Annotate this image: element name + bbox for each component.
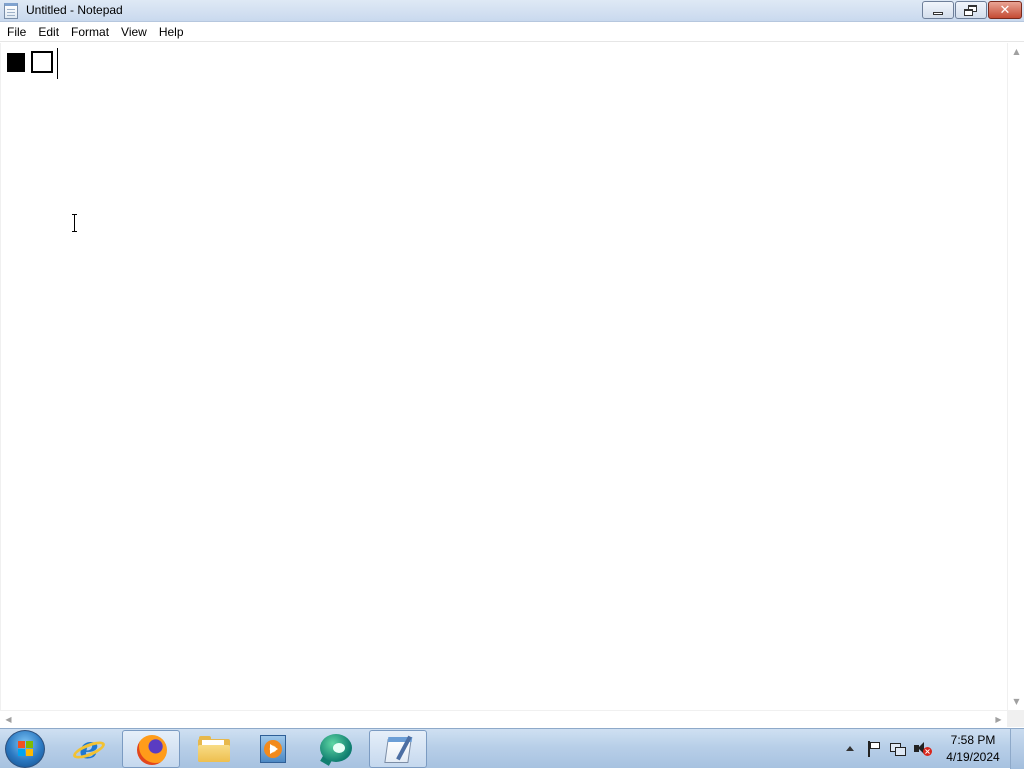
taskbar-internet-explorer[interactable]: e	[60, 730, 118, 768]
taskbar-file-explorer[interactable]	[184, 730, 242, 768]
clock-time: 7:58 PM	[950, 733, 996, 747]
window-title: Untitled - Notepad	[26, 3, 123, 17]
text-caret	[57, 48, 58, 79]
network-icon[interactable]	[890, 741, 906, 757]
notepad-app-icon[interactable]	[4, 3, 18, 19]
scroll-left-icon[interactable]: ◀	[0, 711, 17, 728]
scroll-down-icon[interactable]: ▼	[1008, 693, 1024, 710]
menu-view[interactable]: View	[115, 22, 153, 42]
menu-edit[interactable]: Edit	[32, 22, 65, 42]
scroll-up-icon[interactable]: ▲	[1008, 43, 1024, 60]
windows-logo-icon	[18, 741, 34, 757]
media-player-icon	[260, 735, 286, 763]
close-button[interactable]: ✕	[988, 1, 1022, 19]
close-icon: ✕	[999, 2, 1011, 18]
chat-icon	[320, 734, 352, 766]
taskbar-chat-app[interactable]	[306, 730, 364, 768]
scroll-right-icon[interactable]: ▶	[990, 711, 1007, 728]
text-editor-area[interactable]	[0, 43, 1008, 710]
restore-icon	[964, 4, 978, 16]
taskbar: e × 7:58 PM 4/19/2024	[0, 728, 1024, 769]
title-bar[interactable]: Untitled - Notepad ✕	[0, 0, 1024, 22]
notepad-window: Untitled - Notepad ✕ File Edit Format Vi…	[0, 0, 1024, 728]
size-grip[interactable]	[1007, 710, 1024, 727]
show-desktop-button[interactable]	[1010, 729, 1024, 769]
black-square-glyph	[7, 53, 25, 72]
volume-muted-icon[interactable]: ×	[914, 741, 932, 757]
notepad-icon	[384, 735, 414, 765]
taskbar-notepad[interactable]	[369, 730, 427, 768]
menu-format[interactable]: Format	[65, 22, 115, 42]
menu-bar: File Edit Format View Help	[0, 22, 1024, 42]
taskbar-media-player[interactable]	[244, 730, 302, 768]
minimize-icon	[933, 11, 943, 15]
action-center-flag-icon[interactable]	[866, 741, 882, 757]
restore-button[interactable]	[955, 1, 987, 19]
vertical-scrollbar[interactable]: ▲ ▼	[1007, 43, 1024, 710]
start-button[interactable]	[5, 730, 45, 768]
taskbar-clock[interactable]: 7:58 PM 4/19/2024	[942, 732, 1004, 766]
ie-icon: e	[70, 734, 108, 764]
clock-date: 4/19/2024	[946, 750, 1000, 764]
menu-help[interactable]: Help	[153, 22, 190, 42]
menu-file[interactable]: File	[1, 22, 32, 42]
caption-buttons: ✕	[921, 1, 1022, 20]
minimize-button[interactable]	[922, 1, 954, 19]
horizontal-scrollbar[interactable]: ◀ ▶	[0, 710, 1007, 727]
firefox-icon	[137, 735, 167, 765]
taskbar-firefox[interactable]	[122, 730, 180, 768]
folder-icon	[198, 736, 230, 762]
show-hidden-icons-icon[interactable]	[846, 746, 854, 751]
white-square-glyph	[31, 51, 53, 73]
ibeam-cursor-icon	[69, 214, 81, 232]
